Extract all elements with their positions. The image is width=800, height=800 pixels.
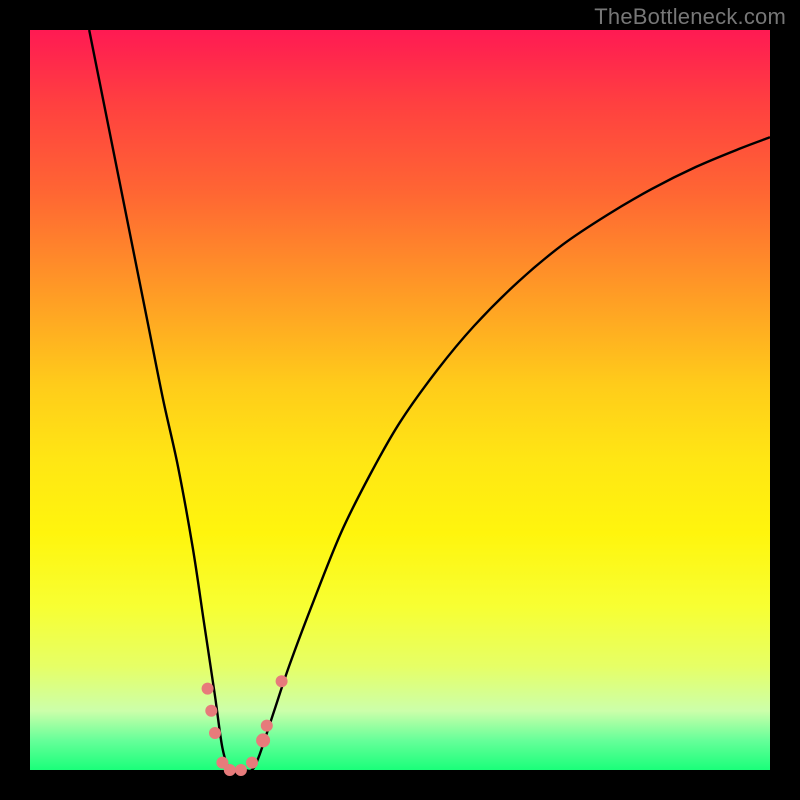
watermark-text: TheBottleneck.com (594, 4, 786, 30)
marker-point (256, 733, 270, 747)
marker-point (209, 727, 221, 739)
bottleneck-curve (89, 30, 770, 772)
marker-point (261, 720, 273, 732)
chart-svg (0, 0, 800, 800)
marker-point (276, 675, 288, 687)
marker-point (246, 757, 258, 769)
marker-point (235, 764, 247, 776)
marker-point (202, 683, 214, 695)
marker-point (224, 764, 236, 776)
chart-frame: TheBottleneck.com (0, 0, 800, 800)
marker-point (205, 705, 217, 717)
